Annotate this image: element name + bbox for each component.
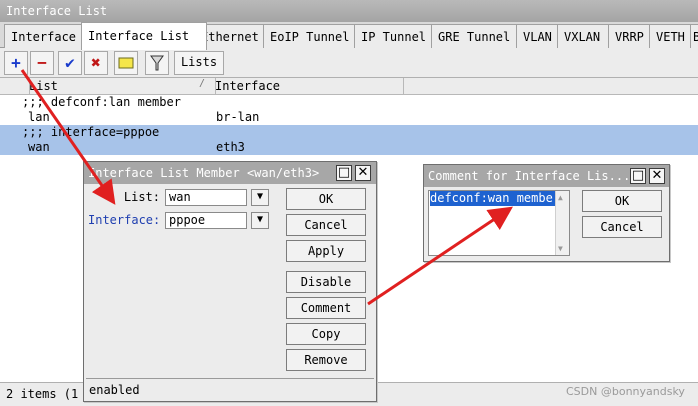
- tab-strip: Interface Interface List Ethernet EoIP T…: [0, 22, 698, 50]
- interface-field[interactable]: pppoe: [165, 212, 247, 229]
- maximize-icon: □: [337, 165, 351, 180]
- apply-button[interactable]: Apply: [286, 240, 366, 262]
- ok-button[interactable]: OK: [582, 190, 662, 212]
- close-button[interactable]: ✕: [649, 168, 665, 184]
- toolbar: + − ✔ ✖ Lists: [0, 48, 698, 78]
- enable-button[interactable]: ✔: [58, 51, 82, 75]
- table-header: List / Interface: [0, 78, 698, 95]
- row-comment: ;;; defconf:lan member: [22, 95, 181, 109]
- table-row-selected[interactable]: wan eth3: [0, 140, 698, 155]
- table-row-comment-selected[interactable]: ;;; interface=pppoe: [0, 125, 698, 140]
- remove-button[interactable]: −: [30, 51, 54, 75]
- chevron-down-icon: ▼: [256, 214, 264, 225]
- watermark: CSDN @bonnyandsky: [566, 385, 685, 398]
- window-title: Interface List: [0, 0, 698, 22]
- lists-button[interactable]: Lists: [174, 51, 224, 75]
- list-dropdown-button[interactable]: ▼: [251, 189, 269, 206]
- close-icon: ✕: [651, 168, 663, 183]
- x-icon: ✖: [91, 53, 101, 72]
- table-row[interactable]: lan br-lan: [0, 110, 698, 125]
- interface-list-member-dialog: Interface List Member <wan/eth3> □ ✕ Lis…: [83, 161, 377, 402]
- table-row-comment[interactable]: ;;; defconf:lan member: [0, 95, 698, 110]
- list-label: List:: [123, 190, 160, 204]
- tab-eoip-tunnel[interactable]: EoIP Tunnel: [263, 24, 367, 49]
- dialog-status: enabled: [86, 378, 374, 401]
- filter-icon: [150, 55, 164, 71]
- comment-textarea[interactable]: defconf:wan member ▲ ▼: [428, 190, 570, 256]
- add-button[interactable]: +: [4, 51, 28, 75]
- chevron-down-icon: ▼: [256, 191, 264, 202]
- cancel-button[interactable]: Cancel: [582, 216, 662, 238]
- dialog-title: Interface List Member <wan/eth3>: [84, 162, 376, 184]
- comment-button[interactable]: Comment: [286, 297, 366, 319]
- maximize-button[interactable]: □: [336, 165, 352, 181]
- sort-indicator-icon: /: [199, 78, 206, 89]
- close-icon: ✕: [357, 165, 369, 180]
- interface-label: Interface:: [88, 213, 161, 227]
- maximize-button[interactable]: □: [630, 168, 646, 184]
- tab-gre-tunnel[interactable]: GRE Tunnel: [431, 24, 529, 49]
- row-comment: ;;; interface=pppoe: [22, 125, 160, 139]
- interface-dropdown-button[interactable]: ▼: [251, 212, 269, 229]
- scroll-up-icon: ▲: [558, 193, 563, 202]
- disable-button[interactable]: Disable: [286, 271, 366, 293]
- cancel-button[interactable]: Cancel: [286, 214, 366, 236]
- scroll-down-icon: ▼: [558, 244, 563, 253]
- check-icon: ✔: [65, 53, 75, 72]
- note-icon: [118, 57, 134, 69]
- cell-interface: br-lan: [216, 110, 260, 124]
- maximize-icon: □: [631, 168, 645, 183]
- comment-button[interactable]: [114, 51, 138, 75]
- plus-icon: +: [11, 53, 21, 72]
- disable-button[interactable]: ✖: [84, 51, 108, 75]
- tab-interface-list[interactable]: Interface List: [81, 22, 207, 50]
- cell-list: wan: [28, 140, 50, 154]
- copy-button[interactable]: Copy: [286, 323, 366, 345]
- tab-overflow[interactable]: B: [690, 24, 698, 49]
- textarea-scrollbar[interactable]: ▲ ▼: [555, 191, 569, 255]
- cell-list: lan: [28, 110, 50, 124]
- header-interface[interactable]: Interface: [212, 78, 404, 95]
- comment-text: defconf:wan member: [430, 191, 562, 206]
- minus-icon: −: [37, 53, 47, 72]
- list-field[interactable]: wan: [165, 189, 247, 206]
- close-button[interactable]: ✕: [355, 165, 371, 181]
- cell-interface: eth3: [216, 140, 245, 154]
- header-list[interactable]: List: [26, 78, 216, 95]
- remove-button[interactable]: Remove: [286, 349, 366, 371]
- comment-dialog: Comment for Interface Lis... □ ✕ defconf…: [423, 164, 670, 262]
- filter-button[interactable]: [145, 51, 169, 75]
- ok-button[interactable]: OK: [286, 188, 366, 210]
